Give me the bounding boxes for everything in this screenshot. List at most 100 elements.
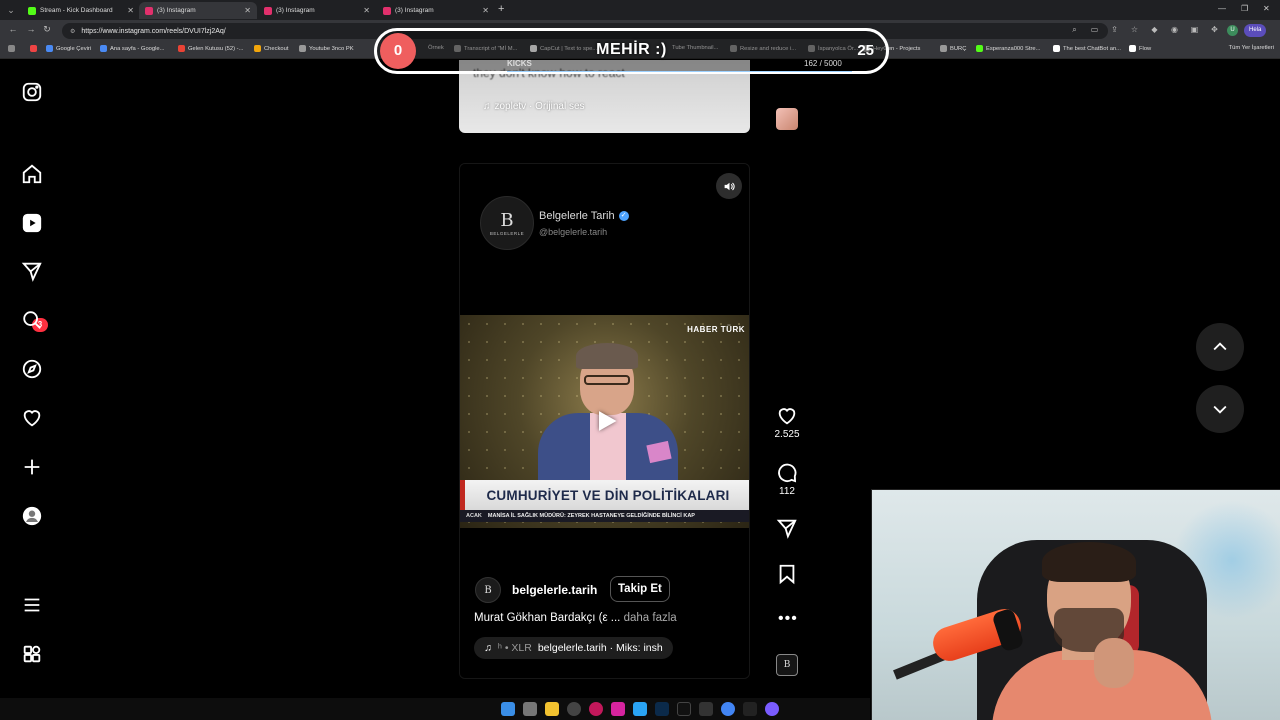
app-icon[interactable]: [589, 702, 603, 716]
apps-icon[interactable]: [8, 45, 18, 52]
bookmark-item[interactable]: Checkout: [254, 45, 289, 52]
tv-channel-logo: HABER TÜRK: [687, 325, 745, 334]
news-ticker: ACAK MANİSA İL SAĞLIK MÜDÜRÜ: ZEYREK HAS…: [460, 510, 749, 522]
caption-more-link[interactable]: daha fazla: [624, 612, 677, 624]
extension-icon[interactable]: ◉: [1169, 24, 1180, 35]
chevron-up-icon: [1213, 342, 1227, 351]
start-icon[interactable]: [501, 702, 515, 716]
new-tab-icon[interactable]: +: [498, 3, 504, 15]
video-channel-handle: @belgelerle.tarih: [539, 227, 608, 237]
app-icon[interactable]: [567, 702, 581, 716]
app-icon[interactable]: [699, 702, 713, 716]
follow-button[interactable]: Takip Et: [610, 576, 670, 602]
bookmark-item[interactable]: Youtube 3nco PK: [299, 45, 354, 52]
app-icon[interactable]: [765, 702, 779, 716]
bookmark-item[interactable]: Google Çeviri: [46, 45, 91, 52]
comment-action[interactable]: 112: [775, 462, 799, 497]
kicks-label: KICKS: [507, 59, 532, 68]
tab-instagram-2[interactable]: (3) Instagram ✕: [258, 2, 376, 19]
share-icon[interactable]: ⇪: [1109, 24, 1120, 35]
video-frame[interactable]: HABER TÜRK CUMHURİYET VE DİN POLİTİKALAR…: [460, 315, 749, 528]
tiktok-icon[interactable]: [677, 702, 691, 716]
forward-icon[interactable]: →: [24, 24, 38, 34]
volume-button[interactable]: [716, 173, 742, 199]
task-view-icon[interactable]: [523, 702, 537, 716]
extension-icon[interactable]: ◆: [1149, 24, 1160, 35]
bookmark-item[interactable]: Esperanza000 Stre...: [976, 45, 1040, 52]
kicks-progress-line: [507, 71, 852, 72]
save-action[interactable]: [775, 563, 799, 585]
tab-instagram-active[interactable]: (3) Instagram ✕: [139, 2, 257, 19]
app-icon[interactable]: [743, 702, 757, 716]
bookmark-item[interactable]: Gelen Kutusu (52) -...: [178, 45, 243, 52]
kicks-goal-overlay: 0 MEHİR :) KICKS 162 / 5000 25: [374, 28, 889, 74]
reel-player[interactable]: B BELGELERLE Belgelerle Tarih ✓ @belgele…: [459, 163, 750, 679]
tab-instagram-3[interactable]: (3) Instagram ✕: [377, 2, 495, 19]
photoshop-icon[interactable]: [655, 702, 669, 716]
like-action[interactable]: 2.525: [774, 405, 800, 440]
create-icon[interactable]: [20, 455, 44, 479]
profile-avatar[interactable]: U: [1227, 25, 1238, 36]
bookmark-item[interactable]: Ana sayfa - Google...: [100, 45, 164, 52]
audio-pill[interactable]: ♫ ʰ • XLR belgelerle.tarih · Miks: insh: [474, 637, 673, 659]
tab-label: Stream - Kick Dashboard: [40, 7, 113, 14]
bookmark-item[interactable]: BURÇ: [940, 45, 966, 52]
tab-close-icon[interactable]: ✕: [363, 6, 370, 15]
speaker-icon: [724, 182, 735, 190]
zoom-icon[interactable]: ⌕: [1069, 24, 1080, 35]
author-username[interactable]: belgelerle.tarih: [512, 583, 597, 597]
play-button[interactable]: [584, 399, 628, 443]
file-explorer-icon[interactable]: [545, 702, 559, 716]
instagram-logo-icon[interactable]: [20, 80, 44, 104]
tab-close-icon[interactable]: ✕: [127, 6, 134, 15]
previous-reel-audio[interactable]: ♫ zopletv · Orijinal ses: [483, 101, 585, 112]
kicks-goal-title: MEHİR :): [596, 41, 667, 58]
instagram-app-icon[interactable]: [611, 702, 625, 716]
chrome-icon[interactable]: [721, 702, 735, 716]
extensions-puzzle-icon[interactable]: ✥: [1209, 24, 1220, 35]
search-icon[interactable]: [20, 308, 44, 332]
messages-icon[interactable]: [20, 259, 44, 283]
bookmark-item[interactable]: Flow: [1129, 45, 1151, 52]
cast-icon[interactable]: ▭: [1089, 24, 1100, 35]
instagram-favicon-icon: [383, 6, 391, 15]
more-options-icon[interactable]: •••: [778, 610, 798, 628]
app-icon[interactable]: [633, 702, 647, 716]
tab-close-icon[interactable]: ✕: [244, 6, 251, 15]
bookmark-star-icon[interactable]: ☆: [1129, 24, 1140, 35]
profile-icon[interactable]: [20, 504, 44, 528]
tab-search-icon[interactable]: ⌄: [4, 3, 18, 17]
news-banner: CUMHURİYET VE DİN POLİTİKALARI: [460, 480, 749, 510]
share-icon: [776, 519, 797, 539]
previous-audio-thumbnail[interactable]: [776, 108, 798, 130]
reels-icon[interactable]: [20, 211, 44, 235]
reload-icon[interactable]: ↻: [40, 24, 54, 35]
close-window-icon[interactable]: ✕: [1263, 4, 1270, 13]
previous-reel-button[interactable]: [1196, 323, 1244, 371]
next-reel-button[interactable]: [1196, 385, 1244, 433]
bookmark-item[interactable]: The best ChatBot an...: [1053, 45, 1121, 52]
menu-icon[interactable]: [20, 593, 44, 617]
verified-badge-icon: ✓: [618, 211, 629, 221]
minimize-icon[interactable]: —: [1218, 4, 1226, 13]
more-apps-icon[interactable]: [20, 642, 44, 666]
site-info-icon[interactable]: ⚙: [70, 28, 75, 35]
tab-close-icon[interactable]: ✕: [482, 6, 489, 15]
kicks-target-count: 25: [857, 42, 874, 59]
audio-thumbnail[interactable]: B: [776, 654, 798, 676]
instagram-favicon-icon: [145, 6, 153, 15]
kick-favicon-icon: [28, 6, 36, 15]
tab-kick-dashboard[interactable]: Stream - Kick Dashboard ✕: [22, 2, 140, 19]
home-icon[interactable]: [20, 162, 44, 186]
explore-icon[interactable]: [20, 357, 44, 381]
author-avatar[interactable]: B: [475, 577, 501, 603]
maximize-icon[interactable]: ❐: [1241, 4, 1248, 13]
all-bookmarks-folder[interactable]: Tüm Yer İşaretleri: [1229, 45, 1274, 51]
extension-icon[interactable]: ▣: [1189, 24, 1200, 35]
bookmark-item[interactable]: [30, 45, 40, 52]
profile-chip[interactable]: Hela: [1244, 24, 1267, 37]
heart-icon[interactable]: [20, 406, 44, 430]
back-icon[interactable]: ←: [6, 24, 20, 34]
heart-icon: [778, 408, 796, 425]
share-action[interactable]: [775, 517, 799, 539]
